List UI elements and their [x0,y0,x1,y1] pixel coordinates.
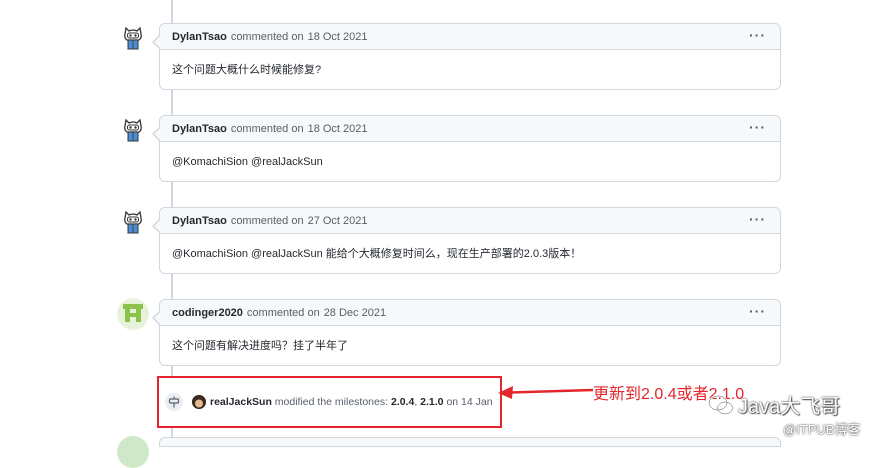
identicon-avatar-icon [117,298,149,330]
comment-verb: commented on [230,30,304,43]
event-time[interactable]: on 14 Jan [446,396,492,408]
comment-2: DylanTsao commented on 18 Oct 2021 ··· @… [152,115,781,182]
milestone-link[interactable]: 2.0.4 [391,396,414,408]
more-options-icon[interactable]: ··· [749,211,766,227]
comment-author[interactable]: DylanTsao [172,31,227,43]
comment-header: DylanTsao commented on 18 Oct 2021 ··· [160,24,780,50]
comment-date[interactable]: 28 Dec 2021 [324,307,386,319]
comment-3: DylanTsao commented on 27 Oct 2021 ··· @… [152,207,781,274]
comment-1: DylanTsao commented on 18 Oct 2021 ··· 这… [152,23,781,90]
avatar-dylantsao[interactable] [117,22,149,54]
more-options-icon[interactable]: ··· [749,27,766,43]
comment-body: @KomachiSion @realJackSun [172,156,323,168]
comment-verb: commented on [230,214,304,227]
comment-verb: commented on [230,122,304,135]
avatar-dylantsao[interactable] [117,206,149,238]
comment-body: @KomachiSion @realJackSun 能给个大概修复时间么，现在生… [172,248,582,260]
more-options-icon[interactable]: ··· [749,303,766,319]
watermark-wechat: Java大飞哥 [708,390,840,419]
avatar-codinger2020[interactable] [117,298,149,330]
comment-date[interactable]: 18 Oct 2021 [308,123,368,135]
comment-author[interactable]: DylanTsao [172,215,227,227]
comment-author[interactable]: DylanTsao [172,123,227,135]
comment-verb: commented on [246,306,320,319]
event-actor[interactable]: realJackSun [210,396,272,408]
avatar-dylantsao[interactable] [117,114,149,146]
comment-4: codinger2020 commented on 28 Dec 2021 ··… [152,299,781,366]
octocat-avatar-icon [117,22,149,54]
milestone-event-text: realJackSun modified the milestones: 2.0… [210,396,493,408]
event-action: modified the milestones: [274,396,389,408]
milestone-event: realJackSun modified the milestones: 2.0… [157,376,502,428]
avatar-realjacksun[interactable] [192,395,206,409]
watermark-itpub: @ITPUB博客 [783,422,861,437]
comment-header: DylanTsao commented on 27 Oct 2021 ··· [160,208,780,234]
octocat-avatar-icon [117,114,149,146]
comment-date[interactable]: 18 Oct 2021 [308,31,368,43]
octocat-avatar-icon [117,206,149,238]
milestone-separator: , [414,396,418,408]
comment-author[interactable]: codinger2020 [172,307,243,319]
more-options-icon[interactable]: ··· [749,119,766,135]
annotation-arrow-icon [498,386,594,399]
comment-body: 这个问题有解决进度吗？挂了半年了 [172,340,348,352]
milestone-link[interactable]: 2.1.0 [420,396,443,408]
wechat-icon [708,394,734,415]
watermark-line1: Java大飞哥 [738,396,841,418]
comment-body: 这个问题大概什么时候能修复? [172,64,322,76]
avatar-partial[interactable] [117,436,149,468]
milestone-icon [165,393,183,411]
comment-header: DylanTsao commented on 18 Oct 2021 ··· [160,116,780,142]
comment-partial [159,437,781,447]
comment-header: codinger2020 commented on 28 Dec 2021 ··… [160,300,780,326]
comment-date[interactable]: 27 Oct 2021 [308,215,368,227]
